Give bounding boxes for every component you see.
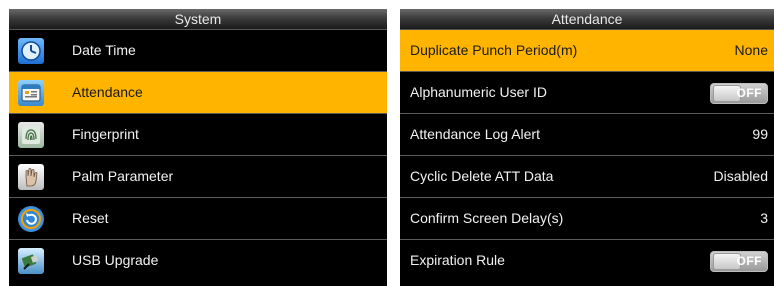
setting-duplicate-punch-period[interactable]: Duplicate Punch Period(m) None [400,30,774,72]
menu-item-attendance[interactable]: Attendance [9,72,387,114]
setting-value: Disabled [713,168,768,184]
setting-label: Confirm Screen Delay(s) [410,210,564,226]
alphanumeric-user-id-toggle[interactable]: OFF [710,83,768,104]
menu-item-date-time[interactable]: Date Time [9,30,387,72]
setting-confirm-screen-delay[interactable]: Confirm Screen Delay(s) 3 [400,198,774,240]
setting-attendance-log-alert[interactable]: Attendance Log Alert 99 [400,114,774,156]
toggle-state: OFF [736,254,762,268]
setting-value: 3 [760,210,768,226]
setting-label: Attendance Log Alert [410,126,540,142]
setting-label: Duplicate Punch Period(m) [410,42,578,58]
setting-label: Alphanumeric User ID [410,84,547,100]
toggle-state: OFF [736,86,762,100]
menu-item-label: Palm Parameter [72,168,174,184]
fingerprint-icon [18,122,44,148]
palm-icon [18,164,44,190]
menu-item-label: Attendance [72,84,143,100]
setting-label: Cyclic Delete ATT Data [410,168,554,184]
setting-expiration-rule[interactable]: Expiration Rule OFF [400,240,774,282]
usb-upgrade-icon [18,248,44,274]
attendance-icon [18,80,44,106]
menu-item-label: Fingerprint [72,126,139,142]
expiration-rule-toggle[interactable]: OFF [710,251,768,272]
menu-item-label: Reset [72,210,109,226]
setting-value: 99 [752,126,768,142]
setting-value: None [734,42,768,58]
menu-item-palm-parameter[interactable]: Palm Parameter [9,156,387,198]
system-menu-panel: System Date Time Attendance Fingerprint … [9,9,387,286]
setting-alphanumeric-user-id[interactable]: Alphanumeric User ID OFF [400,72,774,114]
menu-item-reset[interactable]: Reset [9,198,387,240]
setting-cyclic-delete-att-data[interactable]: Cyclic Delete ATT Data Disabled [400,156,774,198]
attendance-settings-title: Attendance [400,9,774,30]
system-menu-title: System [9,9,387,30]
menu-item-usb-upgrade[interactable]: USB Upgrade [9,240,387,282]
attendance-settings-panel: Attendance Duplicate Punch Period(m) Non… [400,9,774,286]
reset-icon [18,206,44,232]
menu-item-fingerprint[interactable]: Fingerprint [9,114,387,156]
menu-item-label: Date Time [72,42,136,58]
setting-label: Expiration Rule [410,252,505,268]
clock-icon [18,38,44,64]
menu-item-label: USB Upgrade [72,252,159,268]
